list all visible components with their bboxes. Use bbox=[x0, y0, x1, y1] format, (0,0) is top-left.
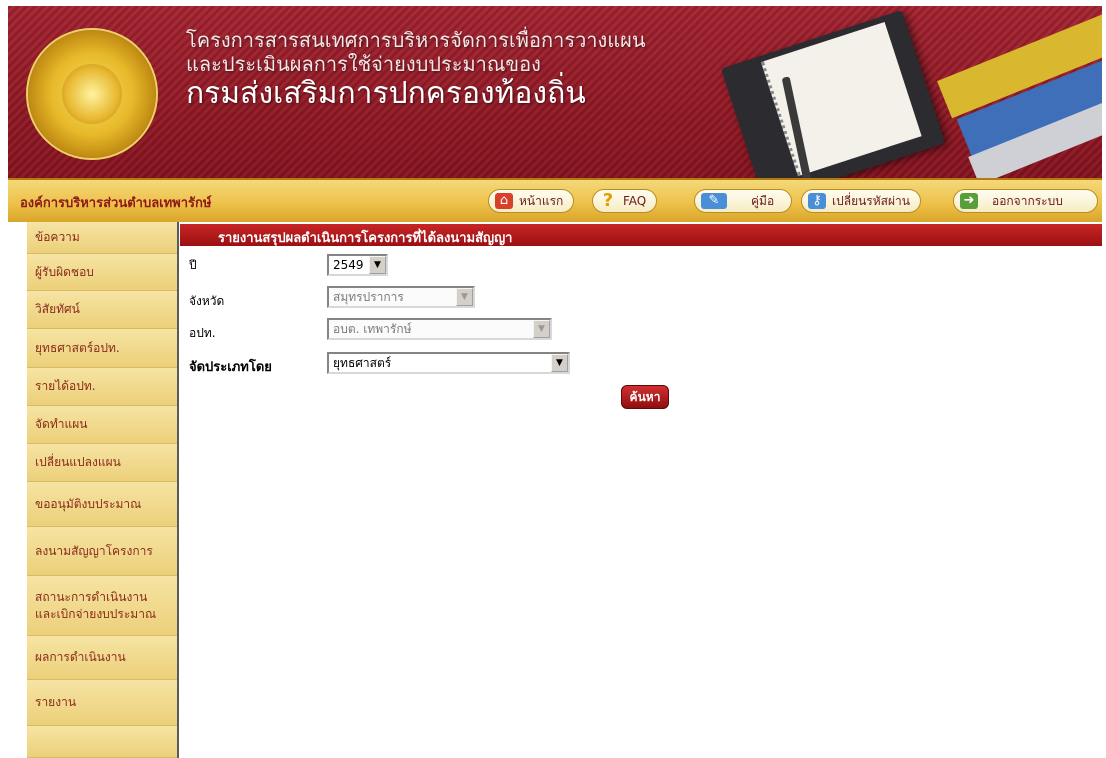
logout-button[interactable]: ➜ ออกจากระบบ bbox=[953, 189, 1098, 213]
year-select[interactable]: 2549 ▼ bbox=[327, 254, 388, 276]
change-password-button[interactable]: ⚷ เปลี่ยนรหัสผ่าน bbox=[801, 189, 921, 213]
sidebar-item-change-plan[interactable]: เปลี่ยนแปลงแผน bbox=[27, 444, 177, 482]
chevron-down-icon: ▼ bbox=[369, 256, 386, 274]
home-icon: ⌂ bbox=[495, 193, 513, 209]
group-by-label: จัดประเภทโดย bbox=[189, 360, 272, 375]
question-icon: ? bbox=[602, 190, 614, 211]
province-label: จังหวัด bbox=[189, 294, 225, 308]
org-select-value: อบต. เทพารักษ์ bbox=[333, 321, 412, 336]
chevron-down-icon: ▼ bbox=[551, 354, 568, 372]
home-button-label: หน้าแรก bbox=[519, 193, 564, 208]
sidebar-menu: ข้อความ ผู้รับผิดชอบ วิสัยทัศน์ ยุทธศาสต… bbox=[27, 222, 179, 758]
manual-button[interactable]: ✎ คู่มือ bbox=[694, 189, 792, 213]
sidebar-item-vision[interactable]: วิสัยทัศน์ bbox=[27, 291, 177, 329]
province-select-value: สมุทรปราการ bbox=[333, 289, 404, 304]
year-label: ปี bbox=[189, 258, 197, 272]
header-banner: โครงการสารสนเทศการบริหารจัดการเพื่อการวา… bbox=[8, 6, 1102, 178]
banner-title-line2: และประเมินผลการใช้จ่ายงบประมาณของ bbox=[186, 52, 541, 76]
top-navbar: องค์การบริหารส่วนตำบลเทพารักษ์ ⌂ หน้าแรก… bbox=[8, 178, 1102, 222]
sidebar-item-responsible[interactable]: ผู้รับผิดชอบ bbox=[27, 254, 177, 291]
manual-button-label: คู่มือ bbox=[751, 193, 775, 208]
sidebar-item-status-disbursement[interactable]: สถานะการดำเนินงาน และเบิกจ่ายงบประมาณ bbox=[27, 576, 177, 636]
sidebar-item-make-plan[interactable]: จัดทำแผน bbox=[27, 406, 177, 444]
department-seal-logo bbox=[26, 28, 158, 160]
sidebar-item-results[interactable]: ผลการดำเนินงาน bbox=[27, 636, 177, 680]
logout-button-label: ออกจากระบบ bbox=[992, 193, 1063, 208]
organization-name: องค์การบริหารส่วนตำบลเทพารักษ์ bbox=[20, 196, 212, 211]
sidebar-item-revenue[interactable]: รายได้อปท. bbox=[27, 368, 177, 406]
seal-emblem bbox=[62, 64, 122, 124]
sidebar-item-messages[interactable]: ข้อความ bbox=[27, 222, 177, 254]
report-title-bar: รายงานสรุปผลดำเนินการโครงการที่ได้ลงนามส… bbox=[180, 224, 1102, 246]
manual-icon: ✎ bbox=[701, 193, 727, 209]
sidebar-item-reports[interactable]: รายงาน bbox=[27, 680, 177, 726]
sidebar-empty-row bbox=[27, 726, 177, 758]
chevron-down-icon: ▼ bbox=[533, 320, 550, 338]
year-select-value: 2549 bbox=[333, 258, 364, 272]
logout-icon: ➜ bbox=[960, 193, 978, 209]
sidebar-item-sign-contract[interactable]: ลงนามสัญญาโครงการ bbox=[27, 527, 177, 576]
banner-title-line1: โครงการสารสนเทศการบริหารจัดการเพื่อการวา… bbox=[186, 28, 646, 52]
change-password-label: เปลี่ยนรหัสผ่าน bbox=[832, 193, 910, 208]
org-label: อปท. bbox=[189, 326, 216, 340]
banner-title-line3: กรมส่งเสริมการปกครองท้องถิ่น bbox=[186, 76, 586, 111]
province-select[interactable]: สมุทรปราการ ▼ bbox=[327, 286, 475, 308]
group-by-select-value: ยุทธศาสตร์ bbox=[333, 355, 392, 370]
chevron-down-icon: ▼ bbox=[456, 288, 473, 306]
sidebar-item-strategy[interactable]: ยุทธศาสตร์อปท. bbox=[27, 329, 177, 368]
group-by-select[interactable]: ยุทธศาสตร์ ▼ bbox=[327, 352, 570, 374]
org-select[interactable]: อบต. เทพารักษ์ ▼ bbox=[327, 318, 552, 340]
faq-button-label: FAQ bbox=[623, 194, 647, 208]
home-button[interactable]: ⌂ หน้าแรก bbox=[488, 189, 575, 213]
sidebar-item-budget-approval[interactable]: ขออนุมัติงบประมาณ bbox=[27, 482, 177, 527]
report-title: รายงานสรุปผลดำเนินการโครงการที่ได้ลงนามส… bbox=[218, 231, 513, 246]
search-button[interactable]: ค้นหา bbox=[621, 385, 669, 409]
key-icon: ⚷ bbox=[808, 193, 826, 209]
faq-button[interactable]: ? FAQ bbox=[592, 189, 658, 213]
banner-title: โครงการสารสนเทศการบริหารจัดการเพื่อการวา… bbox=[186, 28, 646, 112]
